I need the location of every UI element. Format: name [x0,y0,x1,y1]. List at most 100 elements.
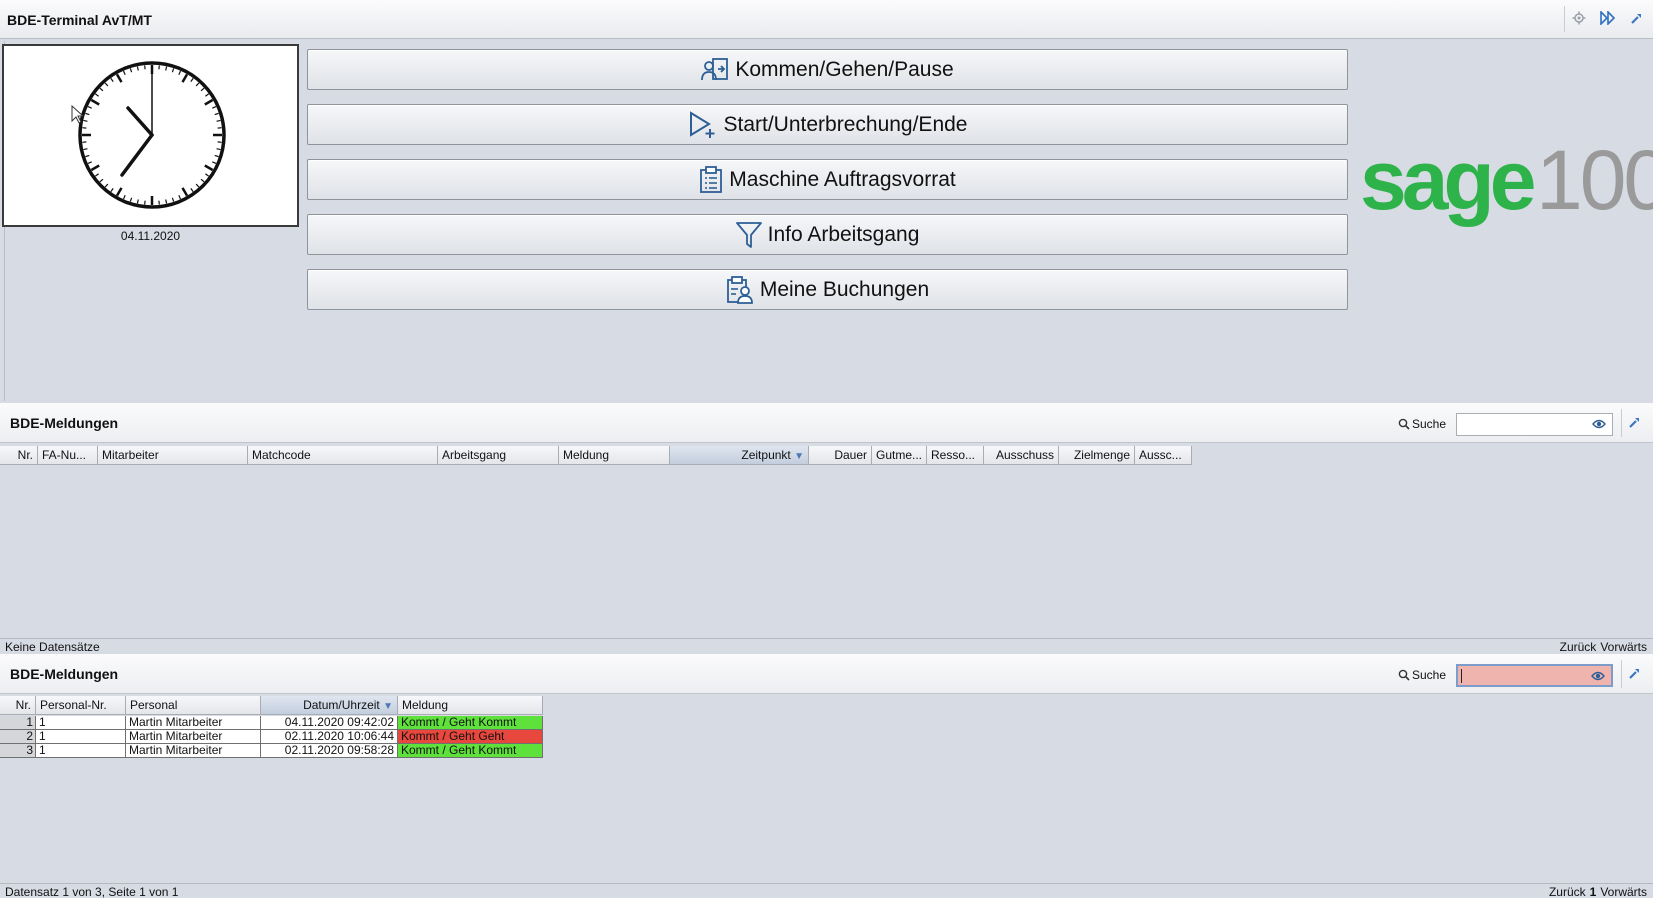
column-header-mitarbeiter[interactable]: Mitarbeiter [98,446,248,465]
logo-product: 100 [1536,133,1653,227]
column-header-nr[interactable]: Nr. [0,446,38,465]
forward-icon[interactable] [1600,10,1616,26]
table-row[interactable]: 2 1 Martin Mitarbeiter 02.11.2020 10:06:… [0,730,543,744]
kommen-gehen-pause-button[interactable]: Kommen/Gehen/Pause [307,49,1348,90]
forward-link[interactable]: Vorwärts [1600,885,1647,898]
column-header-gutmenge[interactable]: Gutme... [872,446,927,465]
column-header-dauer[interactable]: Dauer [809,446,872,465]
grid-header-1: Nr. FA-Nu... Mitarbeiter Matchcode Arbei… [0,446,1192,465]
maschine-auftragsvorrat-label: Maschine Auftragsvorrat [729,167,956,191]
column-header-nr[interactable]: Nr. [0,696,36,715]
eye-icon[interactable] [1591,671,1605,681]
grid-header-2: Nr. Personal-Nr. Personal Datum/Uhrzeit … [0,696,543,715]
grid-rows-2: 1 1 Martin Mitarbeiter 04.11.2020 09:42:… [0,716,543,758]
person-login-icon [701,57,729,80]
search-label-text: Suche [1412,417,1447,431]
column-header-zeitpunkt[interactable]: Zeitpunkt ▼ [670,446,809,465]
column-header-matchcode[interactable]: Matchcode [248,446,438,465]
sort-desc-icon: ▼ [383,701,393,712]
clock-tick [216,148,221,151]
cell-datum: 02.11.2020 09:58:28 [261,744,398,758]
analog-clock [2,44,299,227]
back-link[interactable]: Zurück [1560,640,1597,654]
search-label: Suche [1398,668,1446,682]
cell-datum: 04.11.2020 09:42:02 [261,716,398,730]
text-caret [1461,669,1462,683]
cell-personal: Martin Mitarbeiter [126,744,261,758]
cell-nr: 2 [0,730,36,744]
column-header-zeitpunkt-label: Zeitpunkt [741,448,791,462]
search-input[interactable] [1456,664,1613,687]
table-row[interactable]: 3 1 Martin Mitarbeiter 02.11.2020 09:58:… [0,744,543,758]
page-number[interactable]: 1 [1590,885,1597,898]
column-header-meldung[interactable]: Meldung [398,696,543,715]
toolbar-separator [1564,6,1565,32]
settings-icon[interactable] [1571,10,1587,26]
wrench-icon[interactable] [1628,666,1642,683]
search-input[interactable] [1456,413,1613,436]
column-header-arbeitsgang[interactable]: Arbeitsgang [438,446,559,465]
column-header-ressource[interactable]: Resso... [927,446,984,465]
column-header-datum-label: Datum/Uhrzeit [303,698,380,712]
info-arbeitsgang-button[interactable]: Info Arbeitsgang [307,214,1348,255]
clock-tick [136,66,139,71]
sage-100-logo: sage 100 [1360,130,1653,230]
clock-tick [136,199,139,204]
header-separator [1621,660,1622,688]
bde-meldungen-panel-2-header: BDE-Meldungen Suche [0,654,1653,694]
cell-meldung: Kommt / Geht Kommt [398,716,543,730]
cell-meldung: Kommt / Geht Kommt [398,744,543,758]
search-label-text: Suche [1412,668,1447,682]
pager: Zurück 1 Vorwärts [1545,884,1647,898]
maschine-auftragsvorrat-button[interactable]: Maschine Auftragsvorrat [307,159,1348,200]
start-unterbrechung-ende-label: Start/Unterbrechung/Ende [723,112,968,136]
header-separator [1621,409,1622,437]
search-label: Suche [1398,417,1446,431]
logo-brand: sage [1360,133,1536,227]
cell-nr: 3 [0,744,36,758]
pager: Zurück Vorwärts [1556,639,1647,655]
clipboard-person-icon [726,275,753,304]
column-header-ausschuss-2[interactable]: Aussc... [1135,446,1192,465]
cell-personal: Martin Mitarbeiter [126,730,261,744]
title-toolbar [1571,10,1645,26]
cell-personal-nr: 1 [36,744,126,758]
table-row[interactable]: 1 1 Martin Mitarbeiter 04.11.2020 09:42:… [0,716,543,730]
status-text: Keine Datensätze [5,640,100,654]
wrench-icon[interactable] [1629,10,1645,26]
back-link[interactable]: Zurück [1549,885,1586,898]
forward-link[interactable]: Vorwärts [1600,640,1647,654]
column-header-zielmenge[interactable]: Zielmenge [1059,446,1135,465]
search-icon [1398,418,1410,430]
clock-tick [165,66,168,71]
clock-date: 04.11.2020 [120,229,181,243]
cell-personal-nr: 1 [36,730,126,744]
column-header-ausschuss[interactable]: Ausschuss [984,446,1059,465]
start-unterbrechung-ende-button[interactable]: Start/Unterbrechung/Ende [307,104,1348,145]
info-arbeitsgang-label: Info Arbeitsgang [767,222,920,246]
panel-title: BDE-Meldungen [10,666,119,682]
status-text: Datensatz 1 von 3, Seite 1 von 1 [5,885,179,898]
cell-nr: 1 [0,716,36,730]
status-bar-1: Keine Datensätze Zurück Vorwärts [0,638,1653,655]
cell-personal-nr: 1 [36,716,126,730]
column-header-fa-nummer[interactable]: FA-Nu... [38,446,98,465]
clock-tick [216,119,221,122]
cell-meldung: Kommt / Geht Geht [398,730,543,744]
meine-buchungen-button[interactable]: Meine Buchungen [307,269,1348,310]
kommen-gehen-pause-label: Kommen/Gehen/Pause [735,57,954,81]
title-bar: BDE-Terminal AvT/MT [0,0,1653,39]
wrench-icon[interactable] [1628,415,1642,432]
clock-tick [83,148,88,151]
eye-icon[interactable] [1592,419,1606,429]
search-icon [1398,669,1410,681]
column-header-meldung[interactable]: Meldung [559,446,670,465]
column-header-datum-uhrzeit[interactable]: Datum/Uhrzeit ▼ [261,696,398,715]
meine-buchungen-label: Meine Buchungen [759,277,930,301]
column-header-personal[interactable]: Personal [126,696,261,715]
column-header-personal-nr[interactable]: Personal-Nr. [36,696,126,715]
sort-desc-icon: ▼ [794,451,804,462]
panel-title: BDE-Meldungen [10,415,119,431]
bde-meldungen-panel-1-header: BDE-Meldungen Suche [0,403,1653,443]
clipboard-icon [700,165,723,193]
